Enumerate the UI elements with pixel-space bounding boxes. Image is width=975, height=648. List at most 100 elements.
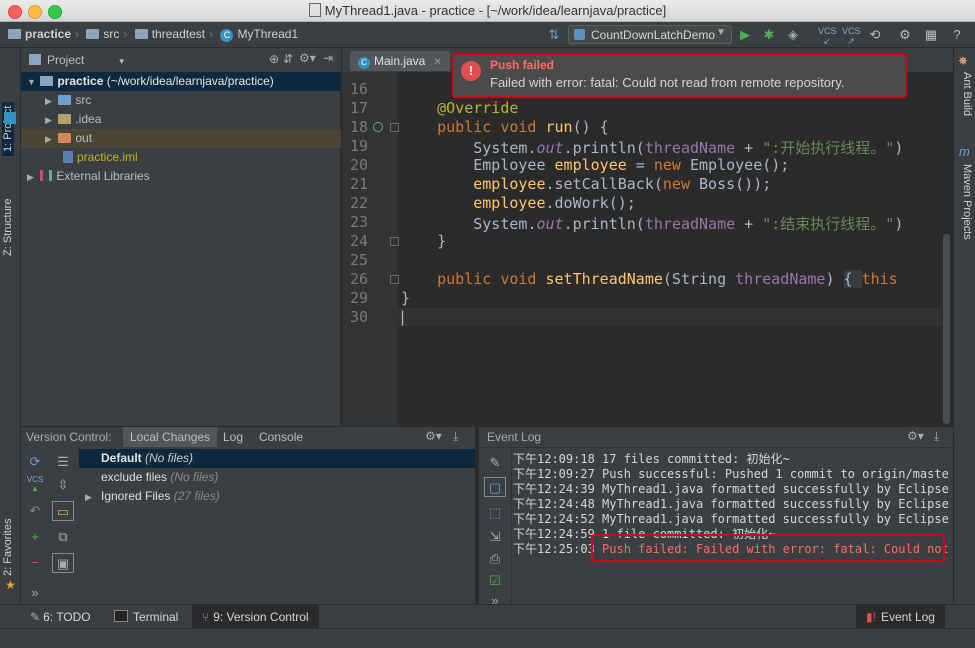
terminal-icon [114,610,128,622]
code-line: Employee employee = new Employee(); [401,156,790,174]
vcs-commit-icon[interactable]: VCS ↗ [842,26,861,46]
settings-icon[interactable]: ✎ [484,453,506,473]
debug-icon[interactable]: ✱ [760,26,778,44]
breadcrumb-src[interactable]: src [86,27,119,41]
collapse-icon[interactable]: ☰ [52,452,74,472]
gear-icon[interactable]: ⚙▾ [299,51,316,65]
remove-icon[interactable]: − [24,553,46,573]
push-failed-notification[interactable]: ! Push failed Failed with error: fatal: … [452,53,907,98]
tab-terminal[interactable]: Terminal [114,605,178,629]
changelist-item-default[interactable]: Default (No files) [79,449,475,468]
tab-event-log[interactable]: ▮! Event Log [856,605,945,629]
collapse-all-icon[interactable]: ⇵ [283,52,293,66]
editor-scrollbar[interactable] [943,234,950,424]
title-bar: MyThread1.java - practice - [~/work/idea… [0,0,975,22]
notification-title: Push failed [490,58,555,72]
java-file-icon [308,3,321,17]
event-log-error-icon: ▮! [866,610,876,624]
copy-icon[interactable]: ⧉ [52,527,74,547]
rollback-icon[interactable]: ↶ [24,501,46,521]
run-configuration-select[interactable]: CountDownLatchDemo ▼ [568,25,732,44]
breadcrumb-threadtest[interactable]: threadtest [134,27,205,41]
balloon-icon[interactable]: ▢ [484,477,506,497]
run-icon[interactable]: ▶ [736,26,754,44]
breadcrumb-mythread1[interactable]: C MyThread1 [220,27,298,42]
tab-version-control[interactable]: ⑂ 9: Version Control [192,605,319,629]
expanded-arrow-icon: ▼ [27,77,36,87]
code-line: employee.setCallBack(new Boss()); [473,175,772,193]
tree-item-practice[interactable]: ▼ practice (~/work/idea/learnjava/practi… [21,72,341,91]
collapsed-arrow-icon: ▶ [45,134,52,144]
tab-favorites[interactable]: 2: Favorites [2,519,14,576]
tree-item-out[interactable]: ▶ out [21,129,341,148]
notification-message: Failed with error: fatal: Could not read… [490,75,845,90]
tab-todo[interactable]: ✎ 6: TODO [30,605,91,629]
hide-panel-icon[interactable]: ⤓ [934,429,939,444]
history-icon[interactable]: ⟲ [866,26,884,44]
print-icon[interactable]: ⎙ [484,549,506,569]
tree-item-src[interactable]: ▶ src [21,91,341,110]
window-title: MyThread1.java - practice - [~/work/idea… [0,3,975,18]
tree-item-external-libraries[interactable]: ▶ External Libraries [21,167,341,186]
close-tab-icon[interactable]: ✕ [433,57,441,68]
breadcrumb-practice[interactable]: practice [8,27,71,41]
code-line: System.out.println(threadName + ":结束执行线程… [401,215,904,233]
project-panel-header: Project ▼ ⊕ ⇵ ⚙▾ ⇥ [21,48,341,73]
code-line: @Override [437,99,519,117]
gear-icon[interactable]: ⚙▾ [425,429,442,443]
tab-log[interactable]: Log [223,430,243,444]
code-editor[interactable]: C Main.java ✕ 16 17 18 19 20 21 22 23 24 2… [342,48,953,426]
libraries-icon [40,170,53,181]
preview-icon[interactable]: ▣ [52,553,74,573]
tab-project[interactable]: 1: Project [2,101,14,156]
settings-icon[interactable]: ⚙ [896,26,914,44]
mark-read-icon[interactable]: ☑ [484,571,506,591]
group-by-icon[interactable]: ▭ [52,501,74,521]
panel-title: Event Log [487,430,542,444]
tab-maven-projects[interactable]: Maven Projects [961,164,973,240]
gear-icon[interactable]: ⚙▾ [907,429,924,443]
tab-ant-build[interactable]: Ant Build [961,72,973,116]
tab-local-changes[interactable]: Local Changes [123,427,218,447]
version-control-toolbar: ⟳ ☰ VCS ▲ ⇳ ↶ ▭ + ⧉ − ▣ » [21,447,80,605]
build-icon[interactable]: ⇅ [545,26,563,44]
coverage-icon[interactable]: ◈ [784,26,802,44]
tab-console[interactable]: Console [259,430,303,444]
project-structure-icon[interactable]: ▦ [922,26,940,44]
vcs-update-icon[interactable]: VCS ↙ [818,26,837,46]
code-area[interactable]: @Override public void run() { System.out… [342,72,942,426]
folder-icon [86,29,100,39]
tree-item-practice-iml[interactable]: practice.iml [21,148,341,167]
collapsed-arrow-icon: ▶ [85,492,92,502]
bottom-tool-bar: ✎ 6: TODO Terminal ⑂ 9: Version Control ▮!… [0,604,975,629]
add-icon[interactable]: + [24,527,46,547]
changelist-item-ignored[interactable]: ▶ Ignored Files (27 files) [79,487,475,506]
vcs-commit-icon[interactable]: VCS ▲ [24,475,46,495]
tab-main-java[interactable]: C Main.java ✕ [350,51,450,71]
hide-panel-icon[interactable]: ⤓ [453,429,458,444]
tab-structure[interactable]: Z: Structure [2,199,14,256]
module-folder-icon [40,76,54,86]
code-line: public void run() { [437,118,609,136]
right-tool-strip: ✸ Ant Build m Maven Projects [953,48,975,604]
more-icon[interactable]: » [24,583,46,603]
tree-item-idea[interactable]: ▶ .idea [21,110,341,129]
left-tool-strip: 1: Project Z: Structure 2: Favorites ★ [0,48,21,604]
error-highlight-box [591,534,945,562]
soft-wrap-icon[interactable]: ⇲ [484,527,506,547]
expand-icon[interactable]: ⇳ [52,475,74,495]
vcs-icon: ⑂ [202,610,210,624]
code-line: } [401,289,411,307]
refresh-icon[interactable]: ⟳ [24,452,46,472]
changelist-item-exclude[interactable]: exclude files (No files) [79,468,475,487]
ant-icon: ✸ [958,54,969,68]
scroll-to-end-icon[interactable]: ⬚ [484,503,506,523]
hide-panel-icon[interactable]: ⇥ [323,51,333,65]
error-icon: ! [461,61,481,81]
project-view-select[interactable]: Project ▼ [47,53,126,67]
version-control-panel: Version Control: Local Changes Log Conso… [21,426,475,605]
folder-icon [134,29,148,39]
configuration-icon [574,29,585,40]
sync-icon[interactable]: ⊕ [269,52,279,66]
help-icon[interactable]: ? [948,26,966,44]
